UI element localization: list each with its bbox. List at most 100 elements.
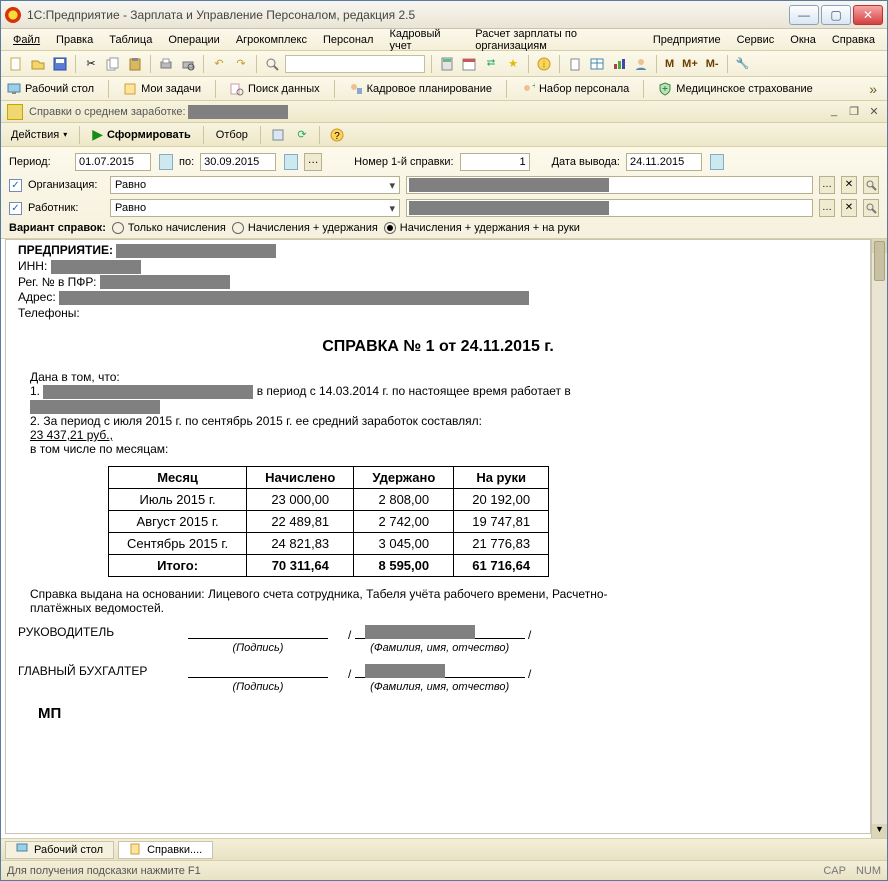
user-icon[interactable] <box>632 55 650 73</box>
copy-icon[interactable] <box>104 55 122 73</box>
menu-agrocomplex[interactable]: Агрокомплекс <box>230 32 313 48</box>
emp-clear-button[interactable]: ✕ <box>841 199 857 217</box>
menu-help[interactable]: Справка <box>826 32 881 48</box>
menu-edit[interactable]: Правка <box>50 32 99 48</box>
nav-desktop[interactable]: Рабочий стол <box>7 82 94 96</box>
settings-icon[interactable] <box>269 126 287 144</box>
menu-windows[interactable]: Окна <box>784 32 822 48</box>
planning-icon <box>349 82 363 96</box>
date-picker-icon[interactable] <box>710 154 724 170</box>
org-dialog-button[interactable]: … <box>819 176 835 194</box>
dock-tab-doc[interactable]: Справки.... <box>118 841 213 859</box>
emp-dialog-button[interactable]: … <box>819 199 835 217</box>
zoom-plus[interactable]: M+ <box>680 58 700 70</box>
date-picker-icon[interactable] <box>284 154 298 170</box>
cut-icon[interactable]: ✂ <box>82 55 100 73</box>
org-value-input[interactable] <box>406 176 813 194</box>
menu-operations[interactable]: Операции <box>162 32 225 48</box>
variant-opt-accr[interactable]: Только начисления <box>112 222 226 234</box>
document-area[interactable]: ПРЕДПРИЯТИЕ: ИНН: Рег. № в ПФР: Адрес: Т… <box>5 239 871 834</box>
close-button[interactable]: ✕ <box>853 5 883 25</box>
calendar-icon[interactable] <box>460 55 478 73</box>
org-comparison-select[interactable]: Равно▾ <box>110 176 400 194</box>
sig-hint: (Фамилия, имя, отчество) <box>348 642 531 654</box>
tools-icon[interactable]: 🔧 <box>734 55 752 73</box>
nav-mytasks[interactable]: Мои задачи <box>123 82 201 96</box>
chart-icon[interactable] <box>610 55 628 73</box>
sig-hint: (Фамилия, имя, отчество) <box>348 681 531 693</box>
star-icon[interactable]: ★ <box>504 55 522 73</box>
search-icon[interactable] <box>263 55 281 73</box>
date-picker-icon[interactable] <box>159 154 173 170</box>
toolbar-search-input[interactable] <box>285 55 425 73</box>
zoom-minus[interactable]: M- <box>704 58 721 70</box>
save-icon[interactable] <box>51 55 69 73</box>
menu-staff[interactable]: Персонал <box>317 32 380 48</box>
actions-dropdown[interactable]: Действия ▾ <box>7 127 71 143</box>
org-checkbox[interactable]: ✓ <box>9 179 22 192</box>
minimize-button[interactable]: — <box>789 5 819 25</box>
filter-button[interactable]: Отбор <box>212 127 252 143</box>
navbar-more-icon[interactable]: » <box>869 81 877 97</box>
doc-p1b: в период с 14.03.2014 г. по настоящее вр… <box>257 384 571 398</box>
help-button-icon[interactable]: ? <box>328 126 346 144</box>
actionbar: Действия ▾ ▶Сформировать Отбор ⟳ ? <box>1 123 887 147</box>
th-ded: Удержано <box>354 466 454 488</box>
calc-icon[interactable] <box>438 55 456 73</box>
period-to-input[interactable]: 30.09.2015 <box>200 153 276 171</box>
th-net: На руки <box>454 466 549 488</box>
emp-lookup-button[interactable] <box>863 199 879 217</box>
print-preview-icon[interactable] <box>179 55 197 73</box>
menu-enterprise[interactable]: Предприятие <box>647 32 727 48</box>
new-icon[interactable] <box>7 55 25 73</box>
undo-icon[interactable]: ↶ <box>210 55 228 73</box>
sub-restore-button[interactable]: ❐ <box>847 105 861 118</box>
vertical-scrollbar[interactable]: ▲ ▼ <box>871 239 887 838</box>
help-icon[interactable]: i <box>535 55 553 73</box>
emp-checkbox[interactable]: ✓ <box>9 202 22 215</box>
nav-hiring[interactable]: + Набор персонала <box>521 82 629 96</box>
emp-value-input[interactable] <box>406 199 813 217</box>
table-icon[interactable] <box>588 55 606 73</box>
variant-label: Вариант справок: <box>9 222 106 234</box>
menu-hr[interactable]: Кадровый учет <box>383 26 465 54</box>
menu-service[interactable]: Сервис <box>731 32 781 48</box>
th-accr: Начислено <box>247 466 354 488</box>
variant-opt-accr-ded[interactable]: Начисления + удержания <box>232 222 378 234</box>
dock-tab-desktop[interactable]: Рабочий стол <box>5 841 114 859</box>
generate-button[interactable]: ▶Сформировать <box>88 124 195 145</box>
first-cert-no-input[interactable]: 1 <box>460 153 530 171</box>
menu-file[interactable]: Файл <box>7 32 46 48</box>
variant-opt-full[interactable]: Начисления + удержания + на руки <box>384 222 580 234</box>
report-icon[interactable] <box>566 55 584 73</box>
main-toolbar: ✂ ↶ ↷ ⮂ ★ i M M+ M- 🔧 <box>1 51 887 77</box>
menu-table[interactable]: Таблица <box>103 32 158 48</box>
zoom-m[interactable]: M <box>663 58 676 70</box>
document-icon <box>7 104 23 120</box>
nav-search[interactable]: Поиск данных <box>230 82 320 96</box>
sig-hint: (Подпись) <box>188 642 328 654</box>
sub-minimize-button[interactable]: _ <box>827 105 841 118</box>
nav-planning[interactable]: Кадровое планирование <box>349 82 492 96</box>
print-date-input[interactable]: 24.11.2015 <box>626 153 702 171</box>
doc-p2: 2. За период с июля 2015 г. по сентябрь … <box>30 414 858 428</box>
nav-medins-label: Медицинское страхование <box>676 83 812 95</box>
sub-close-button[interactable]: ✕ <box>867 105 881 118</box>
org-clear-button[interactable]: ✕ <box>841 176 857 194</box>
print-date-label: Дата вывода: <box>552 156 620 168</box>
link-icon[interactable]: ⮂ <box>482 55 500 73</box>
nav-medins[interactable]: Медицинское страхование <box>658 82 812 96</box>
open-icon[interactable] <box>29 55 47 73</box>
org-lookup-button[interactable] <box>863 176 879 194</box>
period-from-input[interactable]: 01.07.2015 <box>75 153 151 171</box>
period-dialog-button[interactable]: … <box>304 153 322 171</box>
menu-payroll[interactable]: Расчет зарплаты по организациям <box>469 26 643 54</box>
emp-comparison-select[interactable]: Равно▾ <box>110 199 400 217</box>
print-icon[interactable] <box>157 55 175 73</box>
redo-icon[interactable]: ↷ <box>232 55 250 73</box>
doc-intro: Дана в том, что: <box>30 370 858 384</box>
paste-icon[interactable] <box>126 55 144 73</box>
refresh-icon[interactable]: ⟳ <box>293 126 311 144</box>
doc-title: СПРАВКА № 1 от 24.11.2015 г. <box>18 338 858 356</box>
maximize-button[interactable]: ▢ <box>821 5 851 25</box>
